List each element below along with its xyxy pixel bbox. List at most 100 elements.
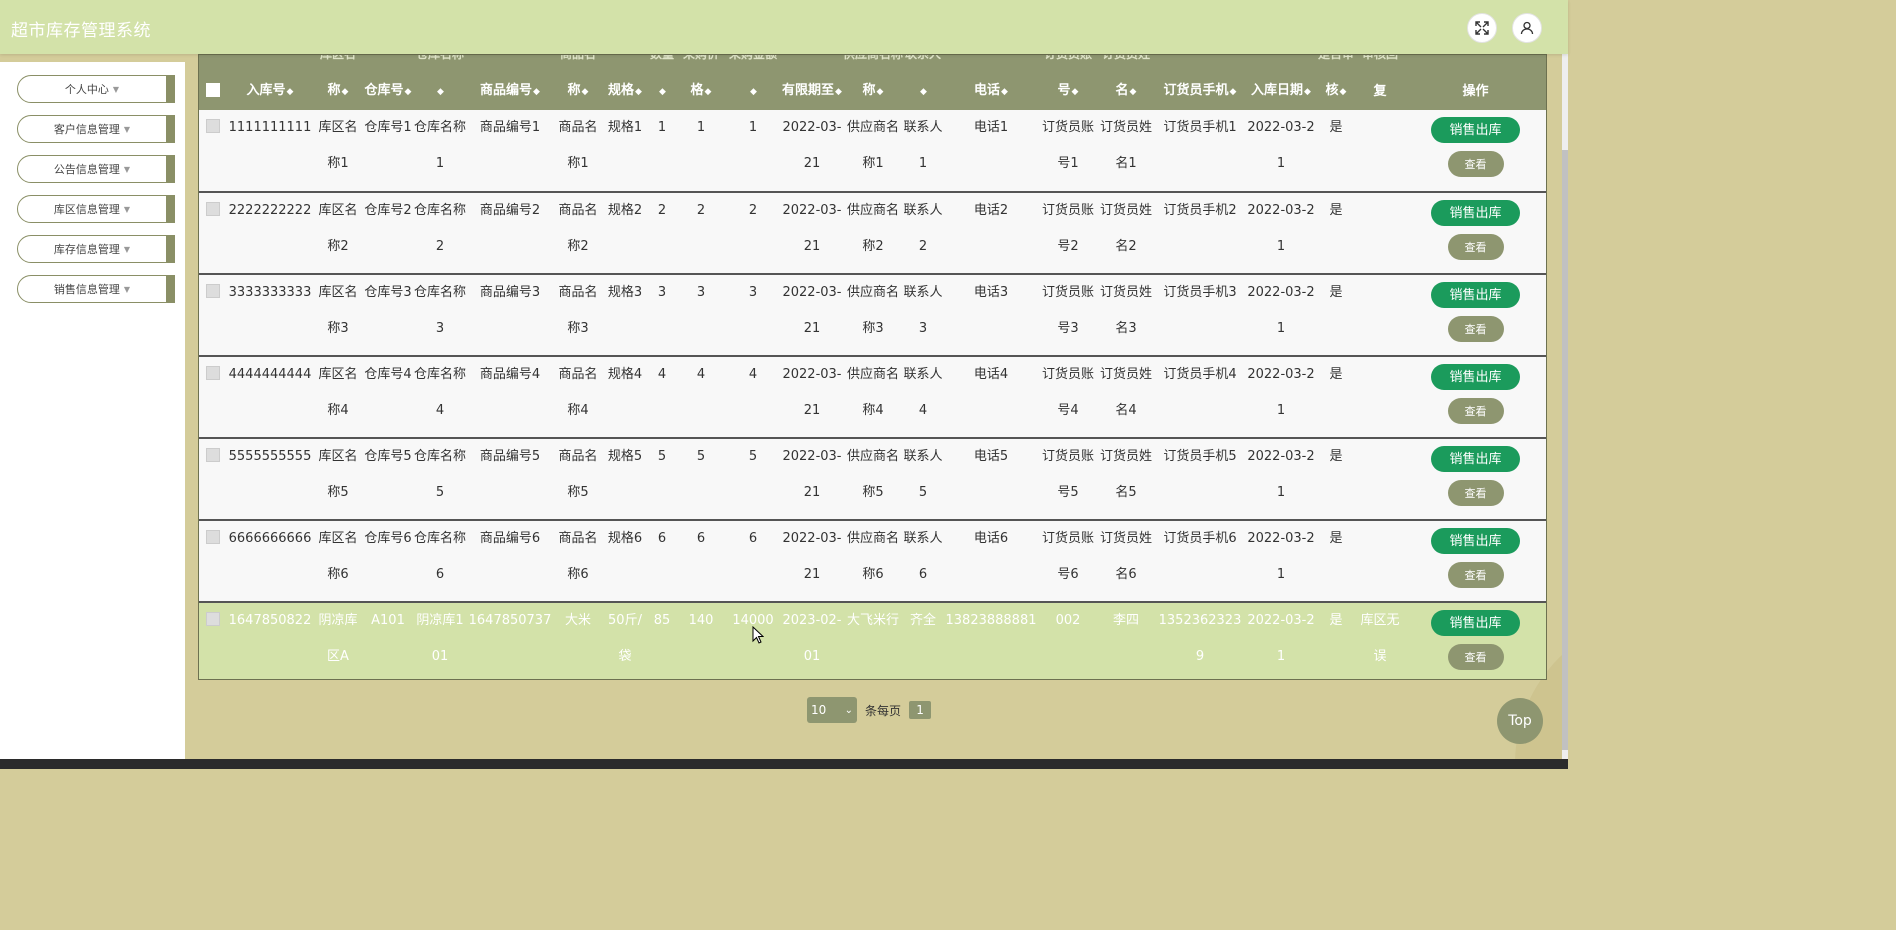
col-header[interactable]: 商品名 称◆ (553, 55, 603, 110)
user-button[interactable] (1512, 13, 1542, 43)
row-checkbox[interactable] (206, 530, 220, 544)
row-actions: 销售出库 查看 (1405, 274, 1546, 357)
col-header[interactable]: 有限期至◆ (781, 55, 843, 110)
table-cell: 电话4 (943, 356, 1039, 439)
row-checkbox-cell[interactable] (199, 438, 227, 521)
table-cell: 商品名称3 (553, 274, 603, 357)
row-checkbox-cell[interactable] (199, 602, 227, 679)
taskbar (0, 759, 1568, 769)
table-cell: 2022-03-21 (781, 274, 843, 357)
per-page-label: 条每页 (865, 703, 902, 718)
sidebar-item-personal-center[interactable]: 个人中心 ▼ (17, 75, 175, 103)
table-cell: 电话6 (943, 520, 1039, 603)
view-button[interactable]: 查看 (1447, 562, 1504, 588)
row-checkbox[interactable] (206, 448, 220, 462)
col-header[interactable]: 商品编号◆ (467, 55, 553, 110)
col-header[interactable]: 联系人 ◆ (903, 55, 943, 110)
sale-outbound-button[interactable]: 销售出库 (1431, 528, 1520, 554)
table-row[interactable]: 5555555555 库区名称5 仓库号5 仓库名称5 商品编号5 商品名称5 规格5 5 5 5… (199, 438, 1546, 521)
view-button[interactable]: 查看 (1447, 480, 1504, 506)
table-cell: 李四 (1097, 602, 1155, 679)
page-number[interactable]: 1 (909, 701, 932, 719)
col-header[interactable]: 入库日期◆ (1245, 55, 1317, 110)
scrollbar-thumb[interactable] (1562, 150, 1568, 750)
table-cell: 仓库名称5 (413, 438, 467, 521)
col-header[interactable]: 仓库号◆ (363, 55, 413, 110)
select-all-checkbox[interactable] (206, 83, 220, 97)
row-checkbox-cell[interactable] (199, 356, 227, 439)
fullscreen-button[interactable] (1467, 13, 1497, 43)
table-cell: 是 (1317, 438, 1355, 521)
sidebar-item-sales[interactable]: 销售信息管理 ▼ (17, 275, 175, 303)
col-header[interactable]: 仓库名称 ◆ (413, 55, 467, 110)
table-cell: 规格5 (603, 438, 647, 521)
sidebar-item-announcements[interactable]: 公告信息管理 ▼ (17, 155, 175, 183)
row-checkbox[interactable] (206, 612, 220, 626)
page-size-select[interactable]: 10 ⌄ (807, 697, 857, 723)
table-row[interactable]: 6666666666 库区名称6 仓库号6 仓库名称6 商品编号6 商品名称6 规格6 6 6 6… (199, 520, 1546, 603)
table-row[interactable]: 4444444444 库区名称4 仓库号4 仓库名称4 商品编号4 商品名称4 规格4 4 4 4… (199, 356, 1546, 439)
table-cell: 2022-03-21 (1245, 602, 1317, 679)
col-header[interactable]: 供应商名称 称◆ (843, 55, 903, 110)
sidebar-item-inventory[interactable]: 库存信息管理 ▼ (17, 235, 175, 263)
col-header[interactable]: 采购金额 ◆ (725, 55, 781, 110)
sale-outbound-button[interactable]: 销售出库 (1431, 117, 1520, 143)
row-checkbox-cell[interactable] (199, 520, 227, 603)
table-cell: 002 (1039, 602, 1097, 679)
sale-outbound-button[interactable]: 销售出库 (1431, 364, 1520, 390)
table-cell: 供应商名称2 (843, 192, 903, 275)
table-cell: 2023-02-01 (781, 602, 843, 679)
mouse-cursor-icon (752, 626, 764, 644)
row-checkbox-cell[interactable] (199, 192, 227, 275)
col-header[interactable]: 规格◆ (603, 55, 647, 110)
view-button[interactable]: 查看 (1447, 644, 1504, 670)
row-checkbox[interactable] (206, 202, 220, 216)
col-header[interactable]: 采购价 格◆ (677, 55, 725, 110)
table-cell: 规格3 (603, 274, 647, 357)
sale-outbound-button[interactable]: 销售出库 (1431, 282, 1520, 308)
view-button[interactable]: 查看 (1447, 316, 1504, 342)
top-bar: 超市库存管理系统 (0, 0, 1568, 54)
col-header[interactable]: 数量 ◆ (647, 55, 677, 110)
table-cell: 联系人4 (903, 356, 943, 439)
col-header[interactable]: 订货员手机◆ (1155, 55, 1245, 110)
sidebar-item-label: 个人中心 (64, 83, 109, 96)
sale-outbound-button[interactable]: 销售出库 (1431, 446, 1520, 472)
table-cell: 电话1 (943, 110, 1039, 193)
back-to-top-button[interactable]: Top (1497, 698, 1543, 744)
sidebar-item-zones[interactable]: 库区信息管理 ▼ (17, 195, 175, 223)
col-header[interactable]: 电话◆ (943, 55, 1039, 110)
table-cell: 仓库名称1 (413, 110, 467, 193)
row-checkbox-cell[interactable] (199, 110, 227, 193)
table-row[interactable]: 2222222222 库区名称2 仓库号2 仓库名称2 商品编号2 商品名称2 规格2 2 2 2… (199, 192, 1546, 275)
row-checkbox[interactable] (206, 284, 220, 298)
table-row[interactable]: 1647850822 阴凉库区A A101 阴凉库101 1647850737 大米 50斤… (199, 602, 1546, 679)
table-cell: 齐全 (903, 602, 943, 679)
sidebar-item-customers[interactable]: 客户信息管理 ▼ (17, 115, 175, 143)
col-header[interactable]: 订货员账 号◆ (1039, 55, 1097, 110)
row-checkbox[interactable] (206, 119, 220, 133)
col-header[interactable]: 库区名 称◆ (313, 55, 363, 110)
row-checkbox-cell[interactable] (199, 274, 227, 357)
table-cell: 2 (725, 192, 781, 275)
view-button[interactable]: 查看 (1447, 398, 1504, 424)
col-header[interactable]: 是否审 核◆ (1317, 55, 1355, 110)
col-header[interactable]: 订货员姓 名◆ (1097, 55, 1155, 110)
sale-outbound-button[interactable]: 销售出库 (1431, 610, 1520, 636)
caret-down-icon: ▼ (123, 204, 131, 214)
row-checkbox[interactable] (206, 366, 220, 380)
table-cell: 是 (1317, 192, 1355, 275)
col-header[interactable]: 入库号◆ (227, 55, 313, 110)
table-row[interactable]: 1111111111 库区名称1 仓库号1 仓库名称1 商品编号1 商品名称1 规格1 1 1 1… (199, 110, 1546, 193)
sale-outbound-button[interactable]: 销售出库 (1431, 200, 1520, 226)
table-cell: 2 (677, 192, 725, 275)
table-cell: 2022-03-21 (781, 110, 843, 193)
select-all-header[interactable] (199, 55, 227, 110)
table-cell: 订货员手机5 (1155, 438, 1245, 521)
table-cell: 仓库号2 (363, 192, 413, 275)
view-button[interactable]: 查看 (1447, 151, 1504, 177)
view-button[interactable]: 查看 (1447, 234, 1504, 260)
table-cell: 商品编号4 (467, 356, 553, 439)
table-row[interactable]: 3333333333 库区名称3 仓库号3 仓库名称3 商品编号3 商品名称3 规格3 3 3 3… (199, 274, 1546, 357)
table-cell: 商品名称5 (553, 438, 603, 521)
